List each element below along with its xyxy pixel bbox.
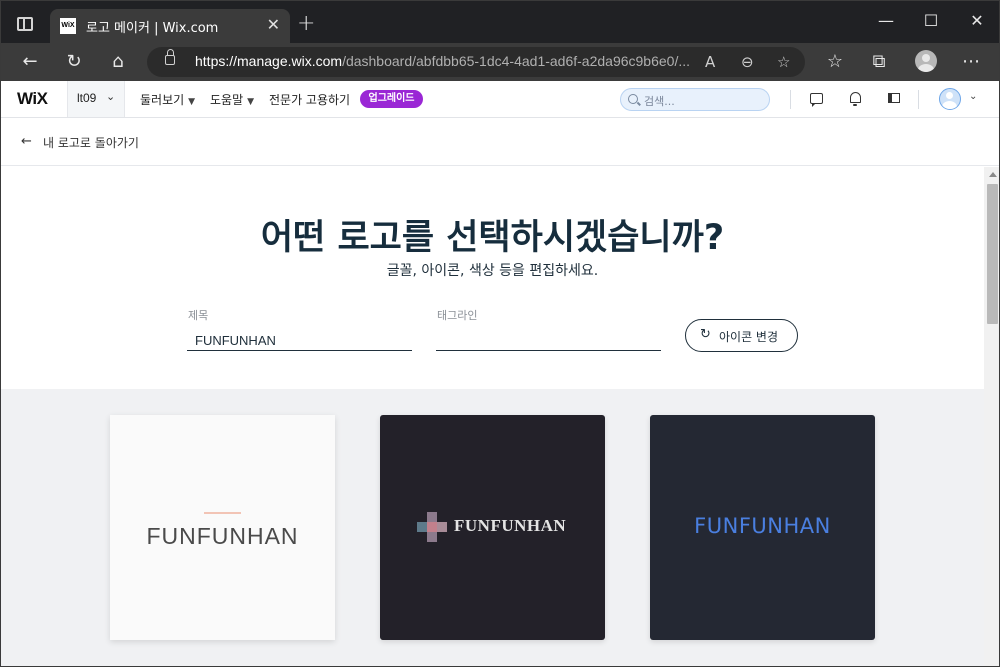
main-content: 어떤 로고를 선택하시겠습니까? 글꼴, 아이콘, 색상 등을 편집하세요. 제… [1,167,984,666]
more-icon[interactable]: ⋯ [959,50,983,74]
page-subtitle: 글꼴, 아이콘, 색상 등을 편집하세요. [386,263,599,279]
account-avatar[interactable] [939,88,961,110]
logo-option-2[interactable]: FUNFUNHAN [380,415,605,640]
tagline-label: 태그라인 [437,309,478,322]
divider [918,90,919,109]
chevron-down-icon: ⌄ [106,90,116,103]
tab-actions-icon[interactable] [17,17,33,31]
arrow-left-icon[interactable]: ← [21,134,32,149]
site-selector[interactable]: lt09 ⌄ [67,81,125,117]
cross-logo-icon [417,512,447,542]
close-window-icon[interactable]: ✕ [967,11,987,31]
search-icon [628,94,638,104]
maximize-icon[interactable]: ☐ [921,11,941,31]
search-placeholder: 검색... [644,95,675,108]
logo-text: FUNFUNHAN [454,516,567,535]
browser-tab[interactable]: WiX 로고 메이커 | Wix.com ✕ [50,9,290,43]
address-bar[interactable]: https://manage.wix.com/dashboard/abfdbb6… [147,47,805,77]
change-icon-label: 아이콘 변경 [719,330,779,344]
new-tab-icon[interactable]: + [297,11,315,37]
logo-text: FUNFUNHAN [146,523,299,549]
notifications-icon[interactable] [850,92,861,106]
close-tab-icon[interactable]: ✕ [267,15,280,35]
read-aloud-icon[interactable]: A [705,52,715,72]
title-bar: WiX 로고 메이커 | Wix.com ✕ + — ☐ ✕ [1,1,999,43]
collections-icon[interactable]: ⧉ [867,50,891,74]
divider [790,90,791,109]
refresh-icon[interactable]: ↻ [62,50,86,74]
home-icon[interactable]: ⌂ [106,50,130,74]
editor-panel: 어떤 로고를 선택하시겠습니까? 글꼴, 아이콘, 색상 등을 편집하세요. 제… [1,167,984,389]
profile-icon[interactable] [915,50,937,72]
lock-icon[interactable] [165,49,175,65]
wix-logo[interactable]: WiX [17,89,48,109]
menu-help[interactable]: 도움말 ▼ [210,91,254,108]
tab-title: 로고 메이커 | Wix.com [86,21,219,36]
title-input[interactable]: FUNFUNHAN [187,327,412,351]
upgrade-button[interactable]: 업그레이드 [360,90,423,108]
menu-explore[interactable]: 둘러보기 ▼ [140,91,195,108]
chevron-down-icon: ▼ [247,97,255,107]
browser-window: WiX 로고 메이커 | Wix.com ✕ + — ☐ ✕ ← ↻ ⌂ htt… [0,0,1000,667]
scroll-up-icon[interactable] [989,172,997,177]
site-name: lt09 [77,91,97,105]
accent-line [204,512,241,514]
search-input[interactable]: 검색... [620,88,770,111]
chevron-down-icon[interactable]: ⌄ [969,91,977,102]
title-label: 제목 [188,309,209,322]
tagline-input[interactable] [436,327,661,351]
favorites-icon[interactable]: ☆ [823,50,847,74]
menu-hire-expert[interactable]: 전문가 고용하기 [269,91,350,108]
page-title: 어떤 로고를 선택하시겠습니까? [260,218,725,258]
wix-favicon-icon: WiX [60,18,76,34]
minimize-icon[interactable]: — [876,11,896,31]
chevron-down-icon: ▼ [188,97,196,107]
zoom-out-icon[interactable]: ⊖ [741,52,754,72]
refresh-icon: ↻ [700,327,711,342]
logo-option-1[interactable]: FUNFUNHAN [110,415,335,640]
back-row: ← 내 로고로 돌아가기 [1,118,999,166]
scrollbar[interactable] [984,167,999,666]
url-text[interactable]: https://manage.wix.com/dashboard/abfdbb6… [195,53,690,69]
chat-icon[interactable] [810,93,823,107]
add-favorite-icon[interactable]: ☆ [777,52,790,72]
logo-text: FUNFUNHAN [694,514,831,538]
wix-header: WiX lt09 ⌄ 둘러보기 ▼ 도움말 ▼ 전문가 고용하기 업그레이드 검색.… [1,81,999,118]
logo-option-3[interactable]: FUNFUNHAN [650,415,875,640]
back-to-my-logos-link[interactable]: 내 로고로 돌아가기 [43,134,139,151]
change-icon-button[interactable]: ↻ 아이콘 변경 [685,319,798,352]
title-value: FUNFUNHAN [195,333,276,348]
navigation-bar: ← ↻ ⌂ https://manage.wix.com/dashboard/a… [1,43,999,81]
announcements-icon[interactable] [888,93,900,103]
back-icon[interactable]: ← [18,50,42,74]
scroll-thumb[interactable] [987,184,998,324]
